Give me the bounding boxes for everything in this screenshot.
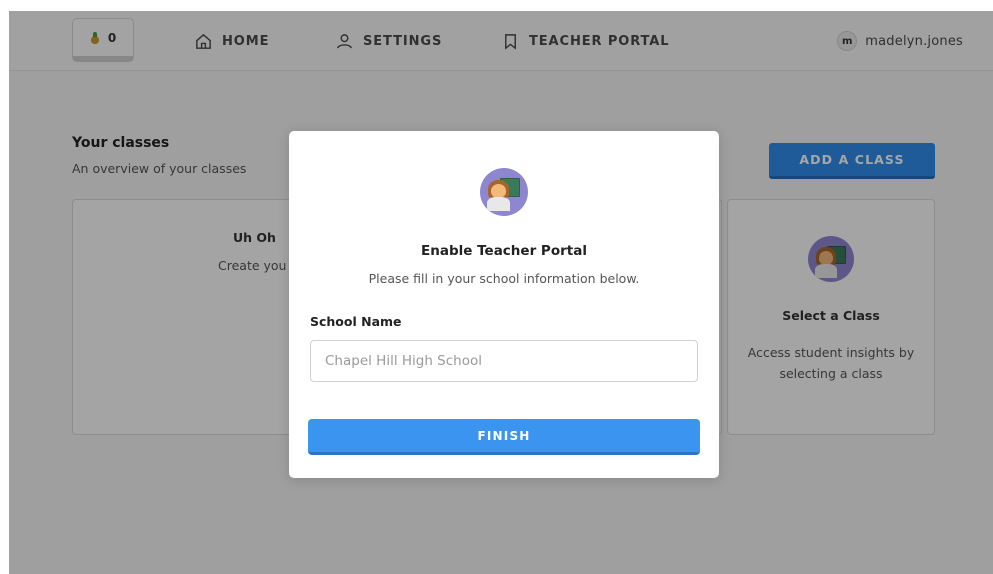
modal-title: Enable Teacher Portal (421, 243, 587, 259)
enable-teacher-portal-modal: Enable Teacher Portal Please fill in you… (289, 131, 719, 478)
teacher-icon (480, 168, 528, 216)
modal-subtitle: Please fill in your school information b… (368, 271, 640, 286)
school-name-input[interactable] (310, 340, 698, 382)
finish-button[interactable]: FINISH (308, 419, 700, 455)
app-window: 0 HOME SETTINGS TEACHER PORTAL m madelyn… (9, 11, 993, 574)
school-name-label: School Name (310, 314, 402, 329)
